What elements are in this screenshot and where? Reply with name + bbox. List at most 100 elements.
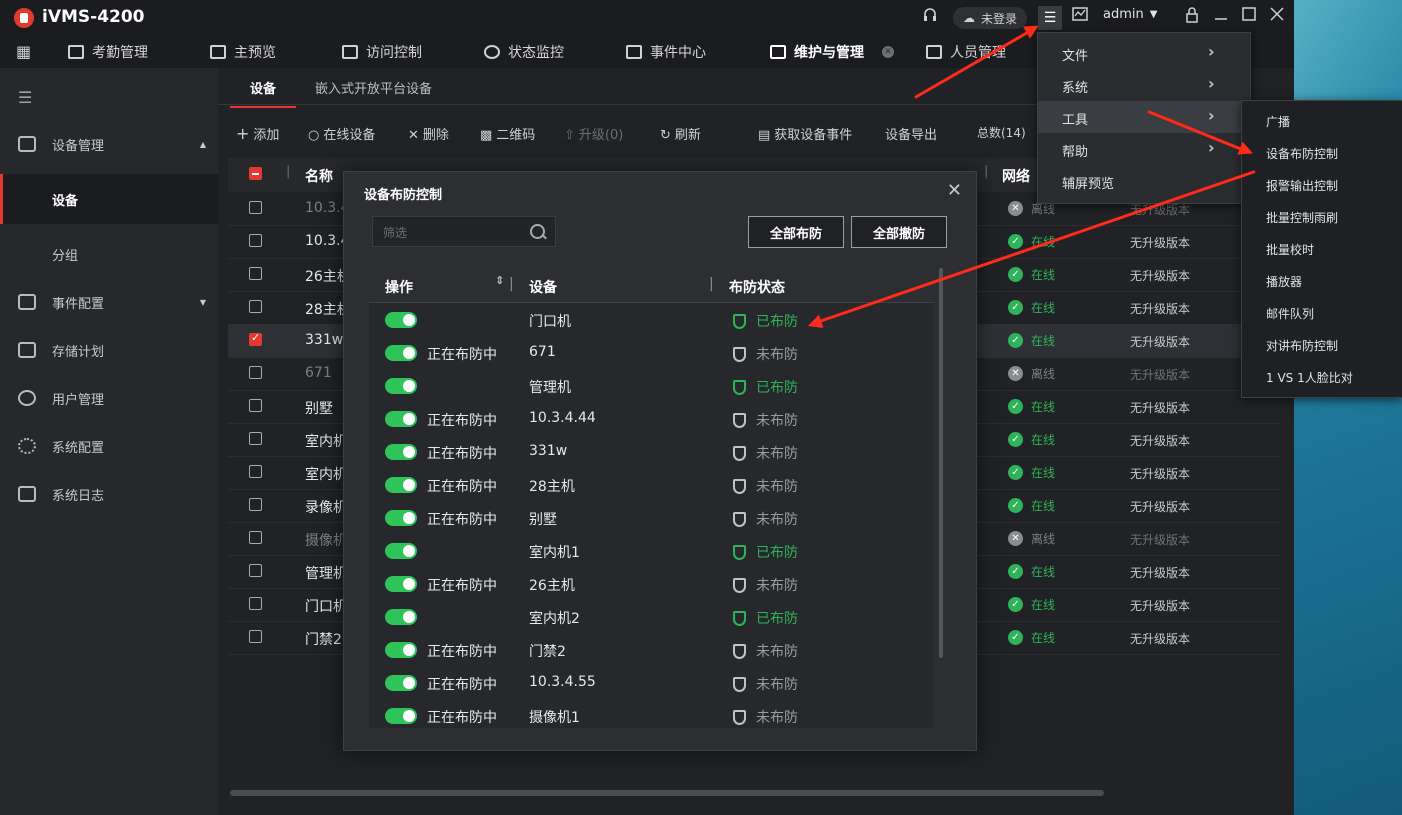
sidebar-item-system-config[interactable]: 系统配置: [0, 426, 218, 466]
arm-row: 正在布防中 671 未布防: [369, 336, 934, 370]
online-device-button[interactable]: ○ 在线设备: [308, 124, 375, 143]
device-name: 门禁2: [305, 632, 342, 648]
shield-icon: [733, 643, 746, 659]
submenu-item[interactable]: 对讲布防控制: [1242, 329, 1402, 361]
caret-up-icon: ▲: [199, 139, 206, 149]
tab-event-center[interactable]: 事件中心: [626, 42, 706, 62]
maximize-icon[interactable]: [1242, 7, 1256, 21]
row-checkbox[interactable]: [249, 498, 262, 511]
submenu-item[interactable]: 广播: [1242, 105, 1402, 137]
menu-item-file[interactable]: 文件 ›: [1038, 37, 1250, 69]
submenu-item[interactable]: 设备布防控制: [1242, 137, 1402, 169]
sidebar-item-device-mgmt[interactable]: 设备管理 ▲: [0, 124, 218, 164]
row-checkbox[interactable]: [249, 300, 262, 313]
subtab-device[interactable]: 设备: [229, 78, 297, 108]
arm-status-label: 未布防: [756, 413, 798, 429]
sidebar-item-system-log[interactable]: 系统日志: [0, 474, 218, 514]
disarm-all-button[interactable]: 全部撤防: [851, 216, 947, 248]
close-window-icon[interactable]: [1270, 7, 1284, 21]
row-checkbox[interactable]: [249, 201, 262, 214]
row-checkbox[interactable]: [249, 432, 262, 445]
arm-toggle[interactable]: [385, 444, 417, 460]
tab-maintenance[interactable]: 维护与管理 ✕: [758, 42, 934, 71]
sidebar-item-event-config[interactable]: 事件配置 ▼: [0, 282, 218, 322]
sidebar-item-device[interactable]: 设备: [0, 174, 218, 224]
arm-toggle[interactable]: [385, 477, 417, 493]
submenu-item[interactable]: 邮件队列: [1242, 297, 1402, 329]
arm-toggle[interactable]: [385, 510, 417, 526]
network-status-label: 离线: [1031, 367, 1056, 381]
user-menu[interactable]: admin ▼: [1103, 7, 1157, 22]
sidebar-item-group[interactable]: 分组: [0, 229, 218, 279]
tab-close-icon[interactable]: ✕: [882, 46, 894, 58]
apps-grid-icon[interactable]: ▦: [16, 42, 31, 61]
lock-icon[interactable]: [1185, 7, 1199, 23]
row-checkbox[interactable]: [249, 234, 262, 247]
submenu-item[interactable]: 批量校时: [1242, 233, 1402, 265]
subtab-embedded[interactable]: 嵌入式开放平台设备: [315, 78, 432, 97]
row-checkbox[interactable]: [249, 267, 262, 280]
get-events-button[interactable]: ▤ 获取设备事件: [758, 124, 852, 143]
sidebar-item-storage-plan[interactable]: 存储计划: [0, 330, 218, 370]
row-checkbox[interactable]: [249, 531, 262, 544]
row-checkbox[interactable]: [249, 597, 262, 610]
submenu-item[interactable]: 1 VS 1人脸比对: [1242, 361, 1402, 393]
vertical-scrollbar[interactable]: [939, 268, 943, 658]
tab-status-monitor[interactable]: 状态监控: [484, 42, 564, 62]
online-check-icon: ✓: [1008, 465, 1023, 480]
device-name: 门禁2: [529, 644, 566, 660]
menu-item-aux-preview[interactable]: 辅屏预览: [1038, 165, 1250, 197]
arm-toggle[interactable]: [385, 378, 417, 394]
collapse-sidebar-icon[interactable]: ☰: [18, 88, 32, 107]
add-button[interactable]: + 添加: [236, 124, 279, 143]
row-checkbox[interactable]: [249, 399, 262, 412]
submenu-item[interactable]: 播放器: [1242, 265, 1402, 297]
arm-toggle[interactable]: [385, 708, 417, 724]
select-all-checkbox[interactable]: [249, 167, 262, 180]
sort-icon[interactable]: ⇕: [495, 274, 504, 287]
arm-toggle[interactable]: [385, 642, 417, 658]
arm-all-button[interactable]: 全部布防: [748, 216, 844, 248]
delete-button[interactable]: ✕ 删除: [408, 124, 449, 143]
login-status-button[interactable]: ☁ 未登录: [953, 7, 1028, 29]
chevron-right-icon: ›: [1208, 138, 1215, 157]
arm-status: 未布防: [733, 443, 798, 463]
close-icon[interactable]: ✕: [947, 180, 962, 201]
network-status: ✕ 离线: [1008, 365, 1055, 382]
minimize-icon[interactable]: [1214, 7, 1228, 21]
submenu-item[interactable]: 报警输出控制: [1242, 169, 1402, 201]
col-name-header[interactable]: 名称: [305, 166, 333, 186]
main-menu-button[interactable]: ☰: [1038, 6, 1062, 30]
network-status: ✓ 在线: [1008, 464, 1055, 481]
tab-access-control[interactable]: 访问控制: [342, 42, 422, 62]
sidebar-item-user-mgmt[interactable]: 用户管理: [0, 378, 218, 418]
headset-icon[interactable]: [922, 7, 938, 23]
export-button[interactable]: 设备导出: [885, 124, 937, 143]
refresh-button[interactable]: ↻ 刷新: [660, 124, 701, 143]
monitor-icon[interactable]: [1072, 7, 1088, 21]
arm-toggle[interactable]: [385, 609, 417, 625]
arm-toggle[interactable]: [385, 411, 417, 427]
submenu-item-label: 邮件队列: [1266, 307, 1315, 321]
arm-toggle[interactable]: [385, 576, 417, 592]
arm-toggle[interactable]: [385, 675, 417, 691]
row-checkbox[interactable]: [249, 630, 262, 643]
arm-toggle[interactable]: [385, 312, 417, 328]
tab-main-preview[interactable]: 主预览: [210, 42, 276, 62]
qrcode-button[interactable]: ▩ 二维码: [480, 124, 535, 143]
row-checkbox[interactable]: [249, 564, 262, 577]
tab-attendance[interactable]: 考勤管理: [68, 42, 148, 62]
menu-item-system[interactable]: 系统 ›: [1038, 69, 1250, 101]
row-checkbox[interactable]: [249, 465, 262, 478]
arm-toggle[interactable]: [385, 543, 417, 559]
horizontal-scrollbar[interactable]: [230, 790, 1104, 796]
submenu-item[interactable]: 批量控制雨刷: [1242, 201, 1402, 233]
row-checkbox[interactable]: [249, 331, 262, 346]
upgrade-button[interactable]: ⇧ 升级(0): [564, 124, 623, 143]
col-network-header[interactable]: 网络: [1002, 166, 1030, 186]
arm-row: 正在布防中 26主机 未布防: [369, 567, 934, 601]
filter-input[interactable]: 筛选: [372, 216, 556, 247]
menu-item-tools[interactable]: 工具 ›: [1038, 101, 1250, 133]
row-checkbox[interactable]: [249, 366, 262, 379]
arm-toggle[interactable]: [385, 345, 417, 361]
